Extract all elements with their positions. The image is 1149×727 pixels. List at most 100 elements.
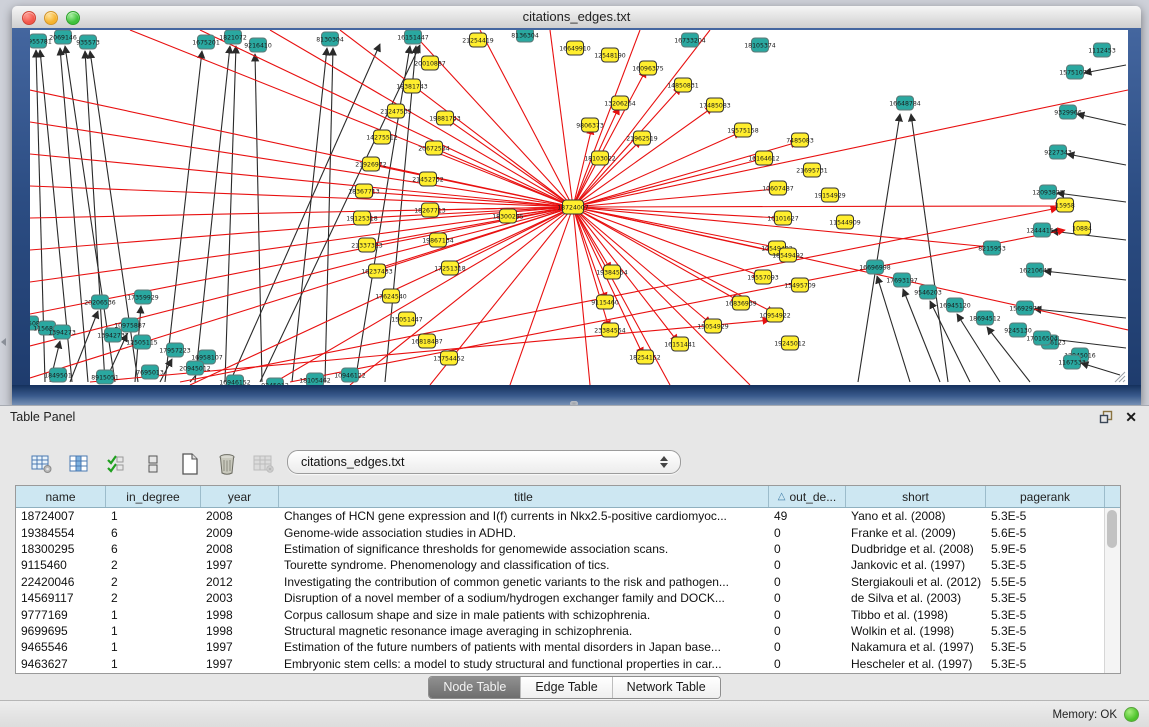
network-node[interactable]: 935573 bbox=[76, 35, 100, 49]
table-row[interactable]: 2242004622012Investigating the contribut… bbox=[16, 574, 1120, 590]
table-cell[interactable]: 19384554 bbox=[16, 526, 106, 540]
network-node[interactable]: 12093822 bbox=[1032, 185, 1064, 199]
table-cell[interactable]: 18724007 bbox=[16, 509, 106, 523]
table-cell[interactable]: 0 bbox=[769, 608, 846, 622]
network-node[interactable]: 16164612 bbox=[748, 151, 780, 165]
column-header-title[interactable]: title bbox=[279, 486, 769, 507]
network-graph[interactable]: 1955781206914693557316752011821072921641… bbox=[30, 30, 1128, 385]
table-scrollbar-thumb[interactable] bbox=[1107, 510, 1117, 548]
network-node[interactable]: 19575158 bbox=[727, 123, 759, 137]
table-settings-icon[interactable] bbox=[30, 452, 54, 476]
table-cell[interactable]: Franke et al. (2009) bbox=[846, 526, 986, 540]
network-node[interactable]: 8130304 bbox=[316, 32, 344, 46]
network-node[interactable]: 9806373 bbox=[576, 118, 604, 132]
close-panel-icon[interactable]: ✕ bbox=[1125, 410, 1137, 424]
network-node[interactable]: 9115460 bbox=[591, 295, 619, 309]
network-node[interactable]: 19154929 bbox=[814, 188, 846, 202]
table-cell[interactable]: 0 bbox=[769, 624, 846, 638]
table-cell[interactable]: 1997 bbox=[201, 640, 279, 654]
table-cell[interactable]: 5.5E-5 bbox=[986, 575, 1105, 589]
network-node[interactable]: 21247535 bbox=[380, 104, 412, 118]
table-cell[interactable]: 2 bbox=[106, 591, 201, 605]
network-node[interactable]: 16836939 bbox=[725, 296, 757, 310]
table-cell[interactable]: 1998 bbox=[201, 608, 279, 622]
network-node[interactable]: 18103022 bbox=[584, 151, 616, 165]
table-cell[interactable]: Stergiakouli et al. (2012) bbox=[846, 575, 986, 589]
table-cell[interactable]: 1997 bbox=[201, 558, 279, 572]
network-node[interactable]: 17485083 bbox=[699, 98, 731, 112]
table-cell[interactable]: 5.3E-5 bbox=[986, 509, 1105, 523]
table-row[interactable]: 911546021997Tourette syndrome. Phenomeno… bbox=[16, 557, 1120, 573]
network-node[interactable]: 15958 bbox=[1055, 198, 1075, 212]
column-header-name[interactable]: name bbox=[16, 486, 106, 507]
network-node[interactable]: 7485083 bbox=[786, 133, 814, 147]
table-cell[interactable]: 9115460 bbox=[16, 558, 106, 572]
table-cell[interactable]: Investigating the contribution of common… bbox=[279, 575, 769, 589]
network-node[interactable]: 10607487 bbox=[762, 181, 794, 195]
network-node[interactable]: 1821072 bbox=[219, 30, 247, 44]
network-node[interactable]: 9546203 bbox=[914, 285, 942, 299]
table-cell[interactable]: Tourette syndrome. Phenomenology and cla… bbox=[279, 558, 769, 572]
network-node[interactable]: 10946122 bbox=[334, 368, 366, 382]
table-row[interactable]: 946554611997Estimation of the future num… bbox=[16, 639, 1120, 655]
table-cell[interactable]: 9777169 bbox=[16, 608, 106, 622]
column-header-year[interactable]: year bbox=[201, 486, 279, 507]
resize-grip[interactable] bbox=[1112, 369, 1126, 383]
row-height-icon[interactable] bbox=[141, 452, 165, 476]
table-cell[interactable]: de Silva et al. (2003) bbox=[846, 591, 986, 605]
table-cell[interactable]: 2008 bbox=[201, 509, 279, 523]
table-cell[interactable]: 5.3E-5 bbox=[986, 591, 1105, 605]
table-cell[interactable]: Embryonic stem cells: a model to study s… bbox=[279, 657, 769, 671]
tab-edge-table[interactable]: Edge Table bbox=[521, 677, 612, 698]
table-cell[interactable]: 18300295 bbox=[16, 542, 106, 556]
table-row[interactable]: 946362711997Embryonic stem cells: a mode… bbox=[16, 656, 1120, 672]
table-cell[interactable]: 5.3E-5 bbox=[986, 608, 1105, 622]
table-cell[interactable]: Corpus callosum shape and size in male p… bbox=[279, 608, 769, 622]
table-row[interactable]: 977716911998Corpus callosum shape and si… bbox=[16, 606, 1120, 622]
table-cell[interactable]: Dudbridge et al. (2008) bbox=[846, 542, 986, 556]
table-cell[interactable]: Wolkin et al. (1998) bbox=[846, 624, 986, 638]
network-node[interactable]: 21695731 bbox=[796, 163, 828, 177]
table-cell[interactable]: 0 bbox=[769, 640, 846, 654]
table-cell[interactable]: Jankovic et al. (1997) bbox=[846, 558, 986, 572]
table-row[interactable]: 1456911722003Disruption of a novel membe… bbox=[16, 590, 1120, 606]
network-node[interactable]: 12444154 bbox=[1026, 223, 1058, 237]
column-header-short[interactable]: short bbox=[846, 486, 986, 507]
table-cell[interactable]: 1997 bbox=[201, 657, 279, 671]
table-cell[interactable]: 49 bbox=[769, 509, 846, 523]
network-node[interactable]: 20010887 bbox=[414, 56, 446, 70]
network-node[interactable]: 16945120 bbox=[939, 298, 971, 312]
network-node[interactable]: 11544909 bbox=[829, 215, 861, 229]
network-window-titlebar[interactable]: citations_edges.txt bbox=[12, 6, 1141, 29]
table-cell[interactable]: 0 bbox=[769, 558, 846, 572]
network-node[interactable]: 17624540 bbox=[375, 289, 407, 303]
network-node[interactable]: 15051447 bbox=[391, 312, 423, 326]
table-cell[interactable]: 2003 bbox=[201, 591, 279, 605]
new-table-icon[interactable] bbox=[178, 452, 202, 476]
table-cell[interactable]: Nakamura et al. (1997) bbox=[846, 640, 986, 654]
column-header-out_de[interactable]: △out_de... bbox=[769, 486, 846, 507]
table-cell[interactable]: 2012 bbox=[201, 575, 279, 589]
network-node[interactable]: 9329966 bbox=[1054, 105, 1082, 119]
table-cell[interactable]: 5.6E-5 bbox=[986, 526, 1105, 540]
network-node[interactable]: 17693197 bbox=[886, 273, 918, 287]
table-cell[interactable]: 6 bbox=[106, 542, 201, 556]
tab-network-table[interactable]: Network Table bbox=[613, 677, 720, 698]
network-node[interactable]: 8215953 bbox=[978, 241, 1006, 255]
table-cell[interactable]: 5.9E-5 bbox=[986, 542, 1105, 556]
network-node[interactable]: 15054929 bbox=[697, 319, 729, 333]
network-node[interactable]: 19881743 bbox=[429, 111, 461, 125]
table-cell[interactable]: 9699695 bbox=[16, 624, 106, 638]
network-canvas[interactable]: 1955781206914693557316752011821072921641… bbox=[30, 30, 1128, 385]
network-node[interactable]: 18694512 bbox=[969, 311, 1001, 325]
table-cell[interactable]: 5.3E-5 bbox=[986, 640, 1105, 654]
network-node[interactable]: 16101627 bbox=[767, 211, 799, 225]
network-node[interactable]: 20206536 bbox=[84, 295, 116, 309]
tab-node-table[interactable]: Node Table bbox=[429, 677, 521, 698]
network-node[interactable]: 16818487 bbox=[411, 334, 443, 348]
network-node[interactable]: 10954922 bbox=[759, 308, 791, 322]
network-node[interactable]: 14850831 bbox=[667, 78, 699, 92]
table-cell[interactable]: 0 bbox=[769, 591, 846, 605]
network-node[interactable]: 23384554 bbox=[594, 323, 626, 337]
table-cell[interactable]: 0 bbox=[769, 542, 846, 556]
